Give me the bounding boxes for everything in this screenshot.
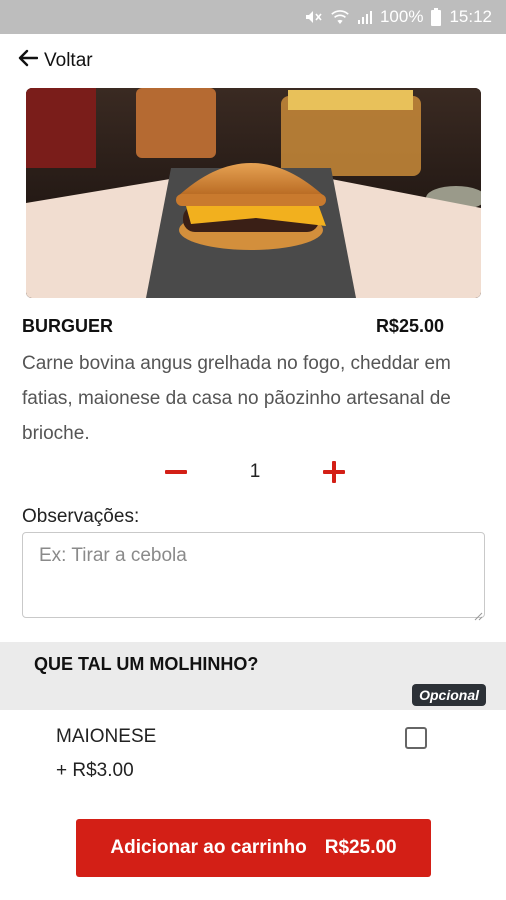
quantity-stepper: 1 bbox=[160, 454, 350, 490]
notes-textarea[interactable] bbox=[22, 532, 485, 618]
product-description: Carne bovina angus grelhada no fogo, che… bbox=[22, 353, 451, 444]
back-label: Voltar bbox=[44, 50, 93, 71]
addons-section-header: QUE TAL UM MOLHINHO? Opcional bbox=[0, 642, 506, 710]
optional-badge: Opcional bbox=[412, 684, 486, 706]
product-header: BURGUER R$25.00 bbox=[22, 316, 444, 337]
wifi-icon bbox=[330, 9, 350, 25]
add-to-cart-button[interactable]: Adicionar ao carrinho R$25.00 bbox=[76, 819, 431, 877]
arrow-left-icon bbox=[18, 49, 39, 73]
quantity-value: 1 bbox=[249, 461, 261, 482]
resize-grip-icon bbox=[474, 608, 483, 626]
addons-title: QUE TAL UM MOLHINHO? bbox=[34, 654, 259, 674]
product-name: BURGUER bbox=[22, 316, 114, 336]
addon-option-price: + R$3.00 bbox=[56, 760, 134, 781]
battery-percent: 100% bbox=[379, 7, 424, 26]
addon-option-checkbox[interactable] bbox=[405, 727, 427, 749]
clock: 15:12 bbox=[449, 7, 492, 26]
product-sheet: Voltar BURGUER R$25.00 Carne bovina angu… bbox=[0, 34, 506, 900]
status-bar: 100% 15:12 bbox=[0, 0, 506, 34]
plus-icon bbox=[322, 461, 345, 483]
decrease-quantity-button[interactable] bbox=[160, 456, 192, 488]
increase-quantity-button[interactable] bbox=[318, 456, 350, 488]
add-to-cart-label: Adicionar ao carrinho bbox=[110, 837, 307, 858]
signal-icon bbox=[357, 9, 372, 25]
mute-icon bbox=[304, 8, 322, 26]
minus-icon bbox=[165, 470, 187, 474]
notes-label: Observações: bbox=[22, 506, 140, 527]
product-image bbox=[26, 88, 481, 298]
addon-option-name: MAIONESE bbox=[56, 726, 157, 747]
back-button[interactable]: Voltar bbox=[18, 48, 93, 74]
product-price: R$25.00 bbox=[375, 316, 444, 336]
battery-icon bbox=[431, 8, 442, 26]
add-to-cart-price: R$25.00 bbox=[324, 837, 397, 858]
